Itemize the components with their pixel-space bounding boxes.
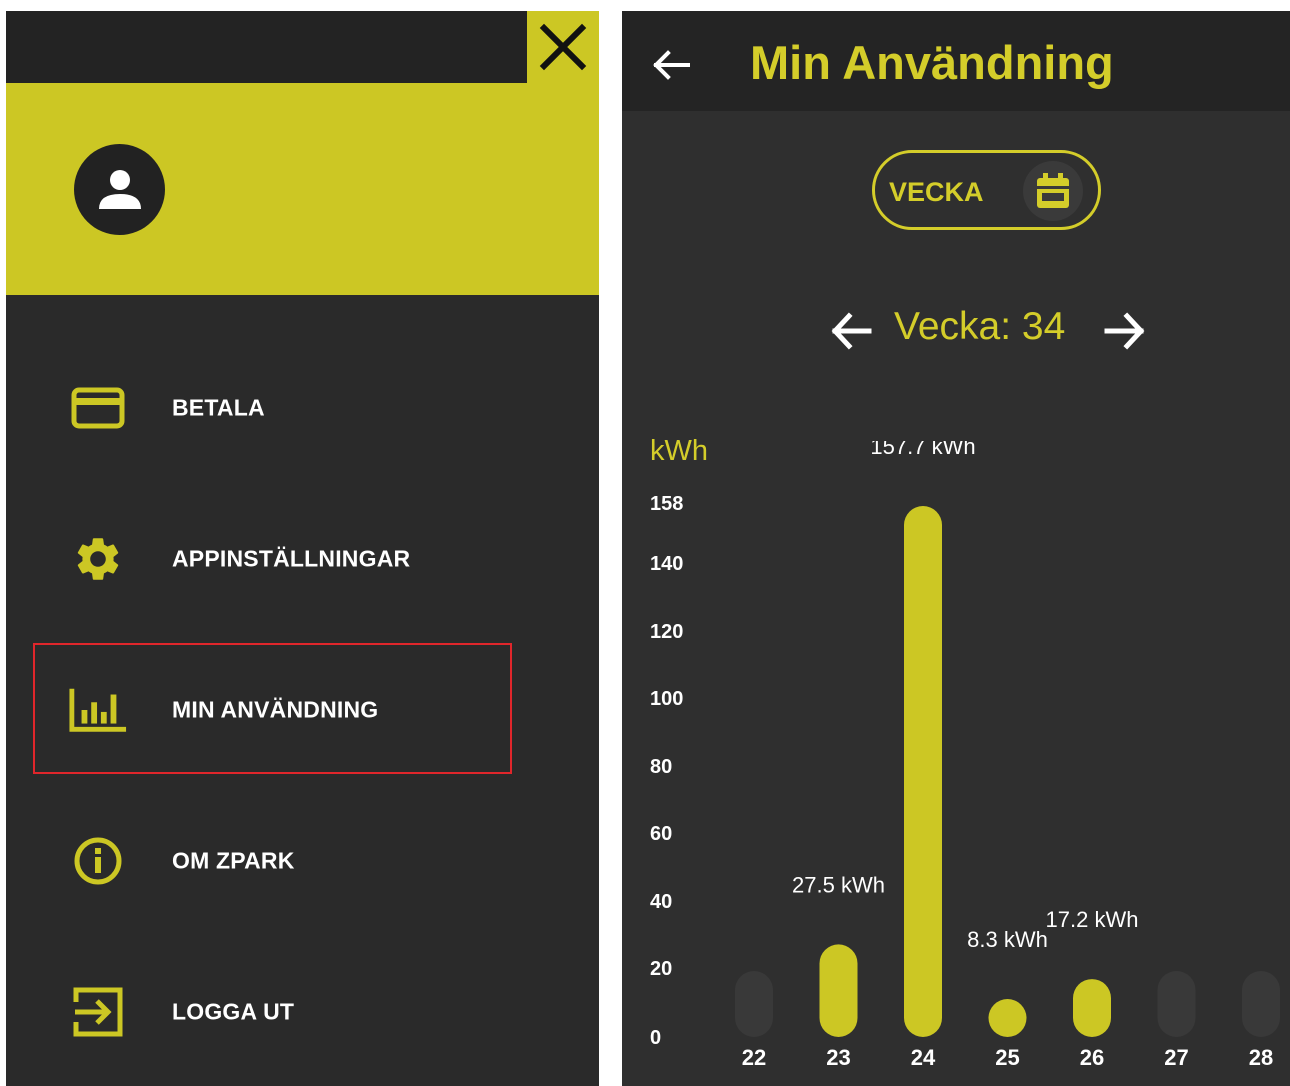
avatar[interactable] bbox=[74, 144, 165, 235]
bar-week-23[interactable] bbox=[819, 944, 858, 1037]
bar-week-28-empty bbox=[1242, 971, 1280, 1037]
logout-icon bbox=[68, 987, 128, 1037]
bar-value-label: 8.3 kWh bbox=[967, 927, 1048, 952]
previous-week-button[interactable] bbox=[829, 311, 873, 351]
period-toggle-label: VECKA bbox=[889, 177, 984, 207]
x-tick-label: 25 bbox=[995, 1045, 1019, 1070]
y-tick-label: 140 bbox=[650, 553, 683, 575]
menu-item-label: APPINSTÄLLNINGAR bbox=[172, 545, 411, 572]
week-navigator: Vecka: 34 bbox=[622, 301, 1290, 361]
bar-week-25[interactable] bbox=[988, 999, 1027, 1037]
drawer-top-bar bbox=[6, 11, 527, 83]
bar-value-label: 157.7 kWh bbox=[870, 441, 975, 459]
y-tick-label: 158 bbox=[650, 493, 683, 515]
gear-icon bbox=[68, 534, 128, 584]
y-tick-label: 100 bbox=[650, 688, 683, 710]
arrow-right-icon bbox=[1104, 312, 1145, 350]
x-tick-label: 26 bbox=[1080, 1045, 1104, 1070]
calendar-button[interactable] bbox=[1023, 161, 1083, 221]
x-tick-label: 28 bbox=[1249, 1045, 1273, 1070]
navigation-drawer: BETALA APPINSTÄLLNINGAR MIN ANVÄNDNING O… bbox=[6, 11, 599, 1086]
y-tick-label: 120 bbox=[650, 621, 683, 643]
page-title: Min Användning bbox=[750, 36, 1114, 89]
y-tick-label: 0 bbox=[650, 1027, 661, 1049]
arrow-left-icon bbox=[831, 312, 872, 350]
info-icon bbox=[68, 836, 128, 886]
x-tick-label: 24 bbox=[911, 1045, 936, 1070]
selection-highlight bbox=[33, 643, 512, 774]
menu-item-logga-ut[interactable]: LOGGA UT bbox=[6, 957, 599, 1067]
bar-value-label: 27.5 kWh bbox=[792, 872, 885, 897]
bar-week-27-empty bbox=[1157, 971, 1196, 1037]
x-tick-label: 22 bbox=[742, 1045, 766, 1070]
usage-screen: Min Användning VECKA Vecka: 34 kWh 158 1… bbox=[622, 11, 1290, 1086]
menu-item-appinstallningar[interactable]: APPINSTÄLLNINGAR bbox=[6, 504, 599, 614]
x-tick-label: 27 bbox=[1164, 1045, 1188, 1070]
usage-bar-chart: 158 140 120 100 80 60 40 20 0 22 27.5 kWh 23 157.7 k… bbox=[650, 441, 1280, 1070]
week-label: Vecka: 34 bbox=[894, 305, 1066, 348]
menu-item-label: OM ZPARK bbox=[172, 847, 295, 874]
menu-item-label: BETALA bbox=[172, 394, 265, 421]
credit-card-icon bbox=[68, 383, 128, 433]
bar-value-label: 17.2 kWh bbox=[1046, 907, 1139, 932]
y-tick-label: 40 bbox=[650, 891, 672, 913]
bar-week-24[interactable] bbox=[904, 506, 942, 1037]
calendar-icon bbox=[1037, 173, 1069, 208]
menu-item-betala[interactable]: BETALA bbox=[6, 353, 599, 463]
y-tick-label: 60 bbox=[650, 823, 672, 845]
bar-week-22-empty bbox=[735, 971, 773, 1037]
y-tick-label: 20 bbox=[650, 958, 672, 980]
period-toggle[interactable]: VECKA bbox=[872, 150, 1101, 230]
arrow-left-icon bbox=[653, 50, 690, 80]
back-button[interactable] bbox=[650, 47, 694, 83]
menu-item-om-zpark[interactable]: OM ZPARK bbox=[6, 806, 599, 916]
x-tick-label: 23 bbox=[826, 1045, 850, 1070]
y-tick-label: 80 bbox=[650, 756, 672, 778]
user-icon bbox=[98, 169, 141, 209]
close-icon bbox=[539, 23, 587, 71]
menu-item-label: LOGGA UT bbox=[172, 998, 295, 1025]
bar-week-26[interactable] bbox=[1073, 979, 1111, 1037]
close-button[interactable] bbox=[527, 11, 599, 83]
next-week-button[interactable] bbox=[1103, 311, 1147, 351]
